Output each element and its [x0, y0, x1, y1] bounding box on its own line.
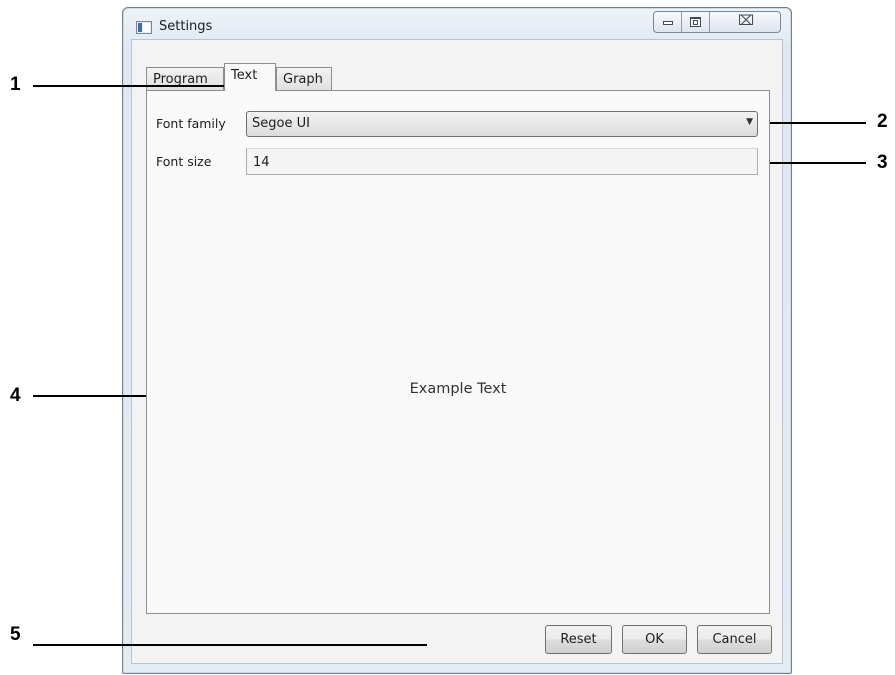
font-size-label: Font size: [156, 154, 212, 169]
font-size-value: 14: [253, 155, 270, 170]
font-family-label: Font family: [156, 116, 226, 131]
window-title: Settings: [159, 19, 213, 34]
font-size-input[interactable]: 14: [246, 148, 758, 175]
font-family-value: Segoe UI: [252, 116, 310, 131]
example-text-preview: Example Text: [409, 381, 507, 397]
callout-number-4: 4: [10, 385, 21, 406]
minimize-button[interactable]: [654, 12, 682, 32]
settings-window: Settings ⌧ Program Text Graph Font famil…: [122, 7, 792, 674]
ok-button[interactable]: OK: [622, 625, 687, 654]
app-icon: [136, 21, 152, 34]
callout-line-1: [33, 85, 245, 87]
callout-number-2: 2: [877, 111, 888, 132]
title-bar[interactable]: Settings ⌧: [123, 8, 791, 40]
callout-number-3: 3: [877, 152, 888, 173]
tab-graph[interactable]: Graph: [276, 67, 332, 90]
minimize-icon: [663, 21, 673, 25]
text-tab-panel: Font family Segoe UI ▼ Font size 14 Exam…: [146, 90, 770, 614]
dropdown-arrow-icon: ▼: [746, 117, 753, 127]
callout-line-5: [33, 644, 427, 646]
maximize-button[interactable]: [682, 12, 710, 32]
caption-buttons: ⌧: [653, 11, 781, 33]
cancel-button[interactable]: Cancel: [697, 625, 772, 654]
maximize-icon: [690, 17, 701, 27]
font-family-combobox[interactable]: Segoe UI ▼: [246, 111, 758, 137]
client-area: Program Text Graph Font family Segoe UI …: [131, 39, 783, 664]
close-button[interactable]: ⌧: [710, 12, 780, 32]
tab-text[interactable]: Text: [224, 63, 276, 91]
close-icon: ⌧: [738, 13, 755, 29]
callout-number-1: 1: [10, 74, 21, 95]
reset-button[interactable]: Reset: [545, 625, 612, 654]
callout-number-5: 5: [10, 624, 21, 645]
